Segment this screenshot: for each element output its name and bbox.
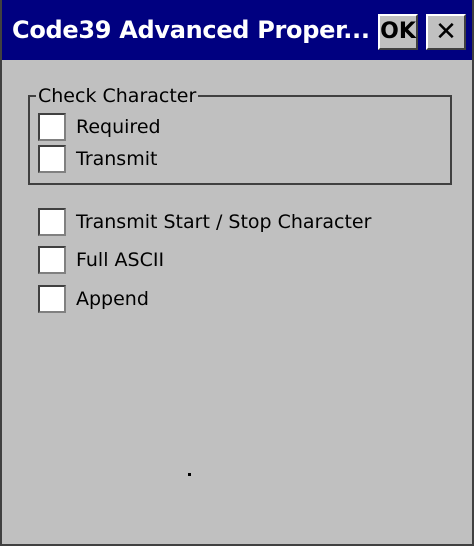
title-bar: Code39 Advanced Proper... OK ✕ xyxy=(2,0,472,60)
required-checkbox[interactable] xyxy=(38,113,66,141)
code39-advanced-properties-dialog: Code39 Advanced Proper... OK ✕ Check Cha… xyxy=(0,0,474,546)
ok-button[interactable]: OK xyxy=(378,14,418,50)
close-button[interactable]: ✕ xyxy=(426,14,466,50)
transmit-start-stop-checkbox[interactable] xyxy=(38,208,66,236)
transmit-checkbox[interactable] xyxy=(38,145,66,173)
window-title: Code39 Advanced Proper... xyxy=(12,16,370,44)
append-checkbox[interactable] xyxy=(38,285,66,313)
full-ascii-checkbox[interactable] xyxy=(38,246,66,274)
stray-dot xyxy=(188,473,191,476)
check-character-legend: Check Character xyxy=(36,84,199,108)
required-label[interactable]: Required xyxy=(76,113,161,141)
append-label[interactable]: Append xyxy=(76,285,149,313)
close-icon: ✕ xyxy=(435,17,457,47)
full-ascii-label[interactable]: Full ASCII xyxy=(76,246,164,274)
transmit-label[interactable]: Transmit xyxy=(76,145,157,173)
transmit-start-stop-label[interactable]: Transmit Start / Stop Character xyxy=(76,208,371,236)
